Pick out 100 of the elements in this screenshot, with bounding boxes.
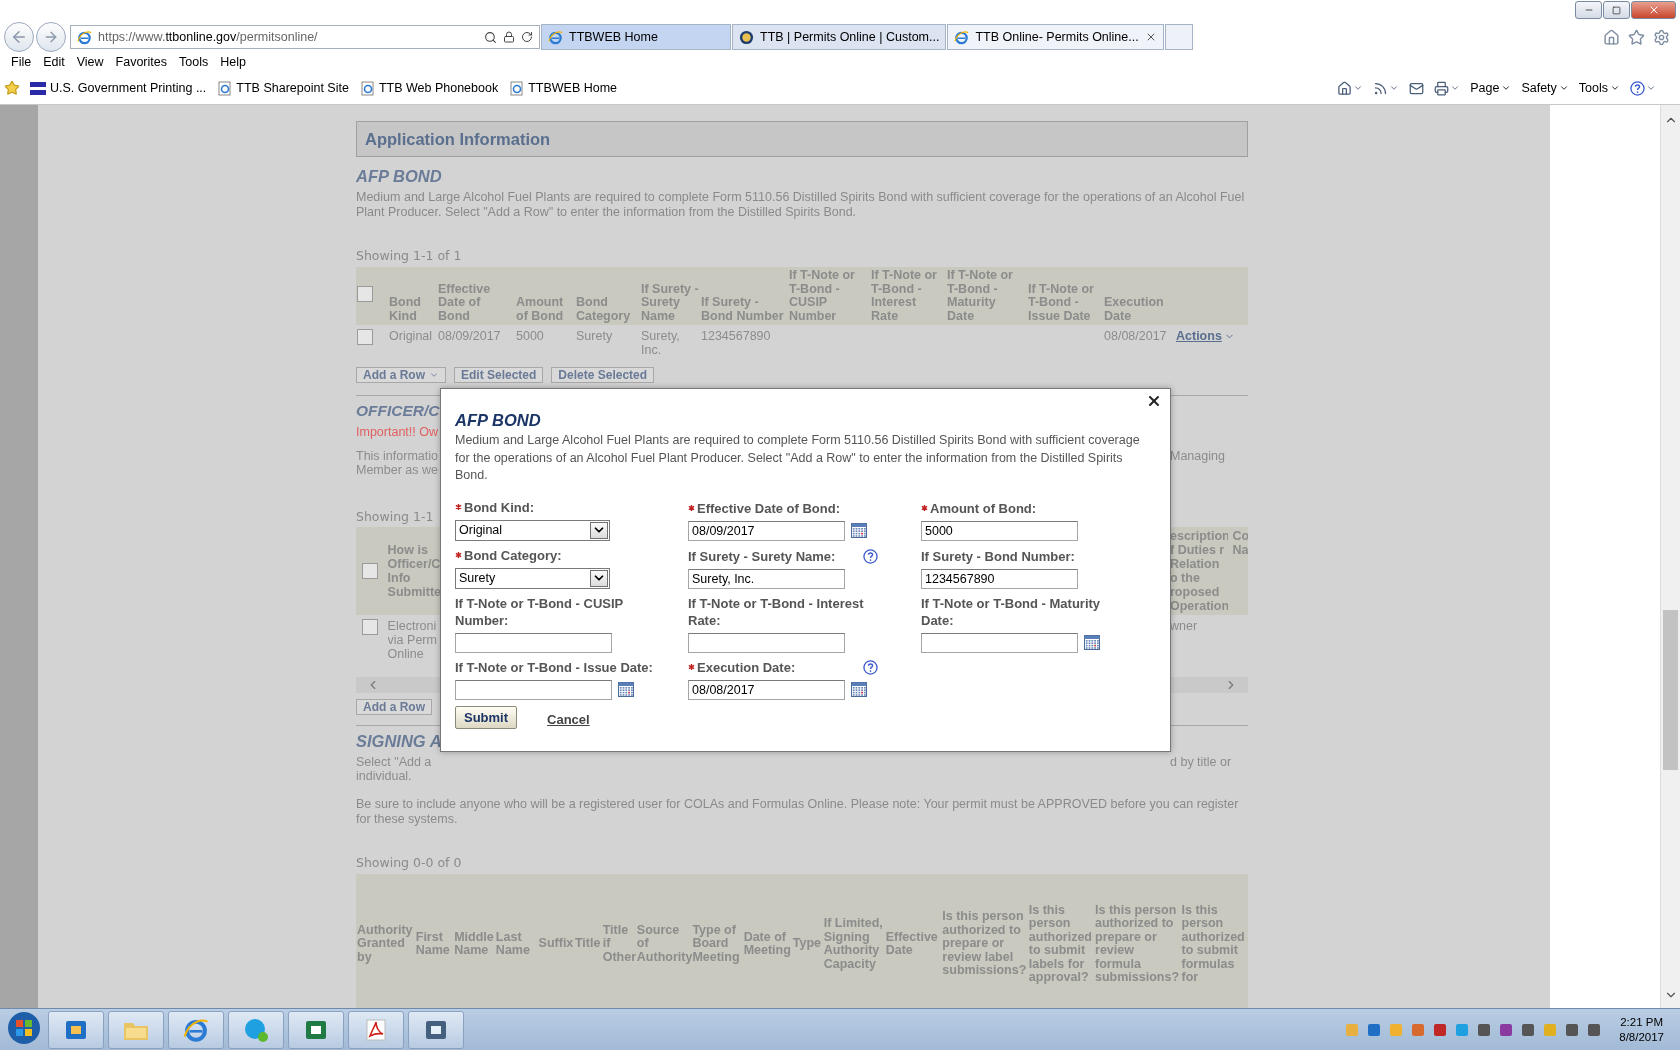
section-description: individual. — [356, 769, 413, 783]
dropdown[interactable]: Original — [455, 519, 610, 541]
favorites-star-icon[interactable] — [4, 80, 20, 96]
input-field[interactable]: 08/08/2017 — [688, 679, 845, 700]
tray-icon[interactable] — [1521, 1022, 1536, 1037]
browser-icon — [548, 29, 563, 45]
input-field[interactable]: Surety, Inc. — [688, 568, 845, 589]
restore-button[interactable] — [1603, 1, 1630, 19]
browser-tab[interactable]: TTB | Permits Online | Custom... — [732, 24, 947, 50]
field-label: If Surety - Bond Number: — [921, 547, 1075, 565]
section-header: Application Information — [356, 121, 1248, 157]
section-title: OFFICER/C — [356, 402, 440, 420]
calendar-icon[interactable] — [618, 682, 634, 697]
help-icon[interactable] — [863, 548, 878, 564]
caret-icon — [1558, 83, 1569, 93]
menu-item[interactable]: File — [8, 53, 41, 71]
back-button[interactable] — [4, 22, 34, 52]
address-bar[interactable]: https://www.ttbonline.gov/permitsonline/ — [70, 25, 540, 49]
submit-button[interactable]: Submit — [455, 705, 518, 729]
taskbar-app[interactable] — [48, 1010, 104, 1049]
field-label: Amount of Bond: — [930, 499, 1037, 517]
field-label: If Surety - Surety Name: — [688, 547, 836, 565]
select-all-checkbox[interactable] — [357, 286, 373, 303]
settings-icon[interactable] — [1653, 28, 1670, 46]
star-icon[interactable] — [1628, 28, 1645, 46]
input-field[interactable]: 1234567890 — [921, 568, 1078, 589]
browser-tab[interactable]: TTB Online- Permits Online... — [947, 24, 1164, 50]
browser-tab[interactable]: TTBWEB Home — [541, 24, 731, 50]
table-cell-text: Electroni via Perm Online — [387, 619, 438, 661]
cancel-link[interactable]: Cancel — [547, 711, 590, 727]
tray-icon[interactable] — [1565, 1022, 1580, 1037]
taskbar-app[interactable] — [168, 1010, 224, 1049]
row-checkbox[interactable] — [362, 619, 378, 635]
input-field[interactable]: 08/09/2017 — [688, 520, 845, 541]
column-header: Amount of Bond — [515, 267, 575, 325]
pdf-icon — [364, 1017, 388, 1042]
menu-item[interactable]: Tools — [176, 53, 218, 71]
menu-item[interactable]: Favorites — [112, 53, 176, 71]
section-description: Select "Add a — [356, 755, 433, 769]
command-menu[interactable]: Safety — [1521, 81, 1569, 95]
forward-button[interactable] — [36, 22, 66, 52]
tray-icon[interactable] — [1477, 1022, 1492, 1037]
help-icon[interactable] — [863, 659, 878, 675]
actions-link[interactable]: Actions — [1176, 329, 1235, 343]
menu-item[interactable]: View — [73, 53, 113, 71]
tray-icon[interactable] — [1499, 1022, 1514, 1037]
input-field[interactable] — [921, 632, 1078, 653]
search-icon[interactable] — [484, 30, 497, 44]
calendar-icon[interactable] — [1084, 635, 1100, 650]
taskbar-app[interactable] — [228, 1010, 284, 1049]
home-menu-button[interactable] — [1337, 80, 1364, 96]
column-header: If T-Note or T-Bond - Issue Date — [1027, 267, 1103, 325]
help-icon[interactable] — [1630, 80, 1645, 96]
column-header: How is Officer/C Info Submitte — [387, 543, 440, 599]
table-cell: 08/08/2017 — [1104, 329, 1167, 343]
column-header: Date of Meeting — [742, 874, 792, 1008]
favorites-link[interactable]: TTBWEB Home — [508, 80, 620, 96]
menu-item[interactable]: Help — [217, 53, 255, 71]
result-count: Showing 0-0 of 0 — [356, 855, 463, 870]
taskbar-app[interactable] — [408, 1010, 464, 1049]
input-field[interactable] — [455, 632, 612, 653]
menu-item[interactable]: Edit — [40, 53, 74, 71]
command-menu[interactable]: Tools — [1578, 81, 1620, 95]
print-button[interactable] — [1434, 80, 1461, 96]
clock[interactable]: 2:21 PM 8/8/2017 — [1609, 1014, 1674, 1045]
vertical-scrollbar[interactable] — [1660, 105, 1680, 1008]
feeds-button[interactable] — [1373, 80, 1400, 96]
row-checkbox[interactable] — [357, 329, 373, 345]
select-all-checkbox[interactable] — [362, 563, 378, 579]
column-header: Title — [573, 874, 602, 1008]
input-field[interactable] — [455, 679, 612, 700]
tray-icon[interactable] — [1433, 1022, 1448, 1037]
mail-button[interactable] — [1409, 80, 1425, 96]
minimize-button[interactable] — [1575, 1, 1602, 19]
arrow-right-icon — [43, 29, 59, 45]
caret-icon — [1501, 83, 1512, 93]
input-field[interactable] — [688, 632, 845, 653]
command-menu[interactable]: Page — [1470, 81, 1512, 95]
column-header: Type — [791, 874, 823, 1008]
dropdown[interactable]: Surety — [455, 567, 610, 589]
tray-icon[interactable] — [1367, 1022, 1382, 1037]
favorites-link[interactable]: U.S. Government Printing ... — [28, 81, 209, 95]
column-header: Effective Date of Bond — [437, 267, 515, 325]
new-tab-button[interactable] — [1164, 24, 1193, 50]
dialog-title: AFP BOND — [455, 411, 542, 430]
refresh-icon[interactable] — [521, 31, 533, 43]
taskbar-app[interactable] — [288, 1010, 344, 1049]
input-field[interactable]: 5000 — [921, 520, 1078, 541]
taskbar-app[interactable] — [348, 1010, 404, 1049]
field-label: Effective Date of Bond: — [697, 499, 840, 517]
column-header: escription f Duties r Relation o the roposed Operation — [1170, 529, 1229, 613]
favorites-link[interactable]: TTB Sharepoint Site — [216, 80, 351, 96]
table-cell: 08/09/2017 — [438, 329, 501, 343]
tray-icon[interactable] — [1587, 1022, 1602, 1037]
scrollbar-thumb[interactable] — [1663, 610, 1678, 770]
calendar-icon[interactable] — [851, 682, 867, 697]
calendar-icon[interactable] — [851, 523, 867, 538]
help-menu-button[interactable] — [1630, 80, 1656, 96]
favorites-link[interactable]: TTB Web Phonebook — [358, 80, 501, 96]
home-icon[interactable] — [1603, 28, 1620, 46]
